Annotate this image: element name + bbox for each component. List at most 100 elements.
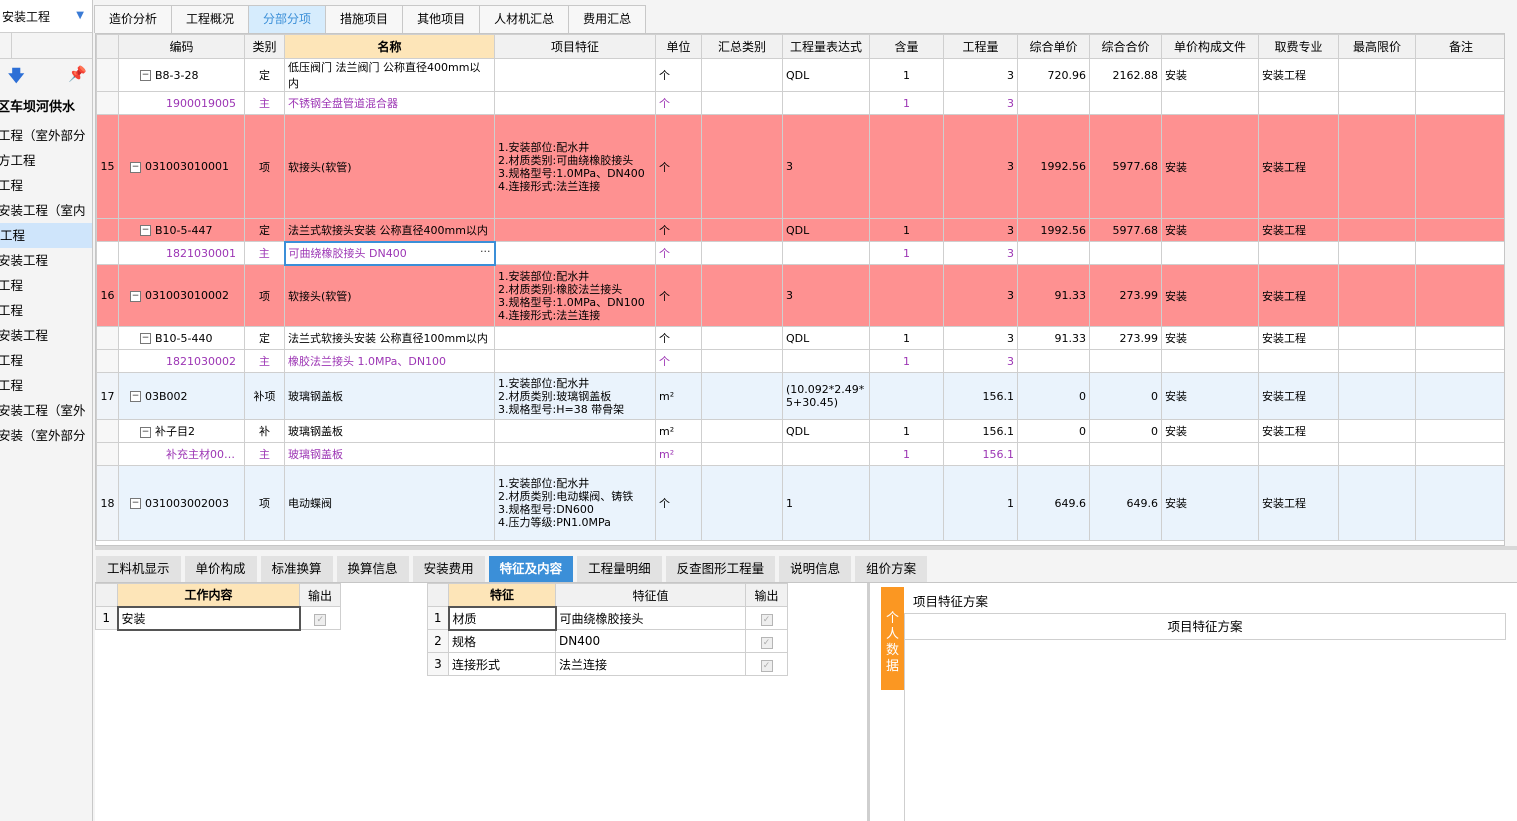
- cell-code[interactable]: 1900019005: [118, 91, 245, 115]
- cell-total[interactable]: 273.99: [1089, 326, 1162, 350]
- cell-unit[interactable]: 个: [655, 241, 702, 265]
- cell-idx[interactable]: [96, 419, 119, 443]
- cell-limit[interactable]: [1338, 58, 1416, 92]
- cell-idx[interactable]: [96, 91, 119, 115]
- cell-limit[interactable]: [1338, 114, 1416, 219]
- column-header[interactable]: 综合单价: [1017, 34, 1090, 59]
- cell-code[interactable]: −031003010002: [118, 264, 245, 327]
- cell-file[interactable]: 安装: [1161, 218, 1259, 242]
- cell-major[interactable]: 安装工程: [1258, 419, 1339, 443]
- cell-price[interactable]: 0: [1017, 372, 1090, 420]
- cell-content[interactable]: 1: [869, 91, 944, 115]
- feature-value-cell[interactable]: 法兰连接: [555, 652, 746, 676]
- output-cell[interactable]: ✓: [745, 606, 788, 630]
- project-dropdown[interactable]: 安装工程 ▼: [0, 0, 92, 33]
- tab-5[interactable]: 人材机汇总: [479, 5, 570, 33]
- feature-header[interactable]: 特征: [448, 583, 556, 607]
- cell-file[interactable]: 安装: [1161, 264, 1259, 327]
- column-header[interactable]: 最高限价: [1338, 34, 1416, 59]
- cell-kind[interactable]: 项: [244, 264, 285, 327]
- collapse-icon[interactable]: −: [140, 225, 151, 236]
- cell-qty[interactable]: 3: [943, 58, 1018, 92]
- cell-sum[interactable]: [701, 114, 783, 219]
- cell-file[interactable]: 安装: [1161, 465, 1259, 541]
- cell-idx[interactable]: [96, 349, 119, 373]
- cell-major[interactable]: 安装工程: [1258, 326, 1339, 350]
- column-header[interactable]: 汇总类别: [701, 34, 783, 59]
- bottom-tab-3[interactable]: 换算信息: [336, 556, 409, 582]
- sidebar-item[interactable]: 工程: [0, 173, 92, 198]
- cell-unit[interactable]: m²: [655, 372, 702, 420]
- cell-idx[interactable]: [96, 58, 119, 92]
- cell-idx[interactable]: [96, 326, 119, 350]
- cell-kind[interactable]: 主: [244, 442, 285, 466]
- cell-qty[interactable]: 3: [943, 264, 1018, 327]
- cell-idx[interactable]: [96, 218, 119, 242]
- cell-major[interactable]: 安装工程: [1258, 372, 1339, 420]
- cell-note[interactable]: [1415, 326, 1504, 350]
- cell-sum[interactable]: [701, 419, 783, 443]
- cell-content[interactable]: [869, 465, 944, 541]
- cell-name[interactable]: 橡胶法兰接头 1.0MPa、DN100: [284, 349, 495, 373]
- collapse-icon[interactable]: −: [130, 290, 141, 302]
- cell-feature[interactable]: 1.安装部位:配水井 2.材质类别:可曲绕橡胶接头 3.规格型号:1.0MPa、…: [494, 114, 656, 219]
- cell-content[interactable]: 1: [869, 218, 944, 242]
- cell-major[interactable]: [1258, 241, 1339, 265]
- cell-feature[interactable]: [494, 218, 656, 242]
- feature-value-cell[interactable]: 可曲绕橡胶接头: [555, 606, 746, 630]
- cell-qty[interactable]: 156.1: [943, 372, 1018, 420]
- cell-limit[interactable]: [1338, 264, 1416, 327]
- feature-header[interactable]: 输出: [745, 583, 788, 607]
- sidebar-item[interactable]: 安装工程（室内: [0, 198, 92, 223]
- cell-major[interactable]: 安装工程: [1258, 114, 1339, 219]
- cell-file[interactable]: [1161, 442, 1259, 466]
- column-header[interactable]: 编码: [118, 34, 245, 59]
- cell-feature[interactable]: 1.安装部位:配水井 2.材质类别:玻璃钢盖板 3.规格型号:H=38 带骨架: [494, 372, 656, 420]
- table-row[interactable]: − B10-5-440 定法兰式软接头安装 公称直径100mm以内个 QDL 1 3 91.…: [96, 326, 1504, 350]
- cell-note[interactable]: [1415, 58, 1504, 92]
- column-header[interactable]: 取费专业: [1258, 34, 1339, 59]
- cell-name[interactable]: 法兰式软接头安装 公称直径400mm以内: [284, 218, 495, 242]
- cell-price[interactable]: 649.6: [1017, 465, 1090, 541]
- feature-header[interactable]: 特征值: [555, 583, 746, 607]
- cell-kind[interactable]: 补项: [244, 372, 285, 420]
- collapse-icon[interactable]: −: [130, 391, 141, 402]
- cell-file[interactable]: [1161, 241, 1259, 265]
- feature-row[interactable]: 2 规格 DN400 ✓: [427, 629, 788, 653]
- collapse-icon[interactable]: −: [130, 161, 141, 173]
- cell-major[interactable]: 安装工程: [1258, 218, 1339, 242]
- sidebar-item[interactable]: 安装工程: [0, 248, 92, 273]
- cell-code[interactable]: 1821030001: [118, 241, 245, 265]
- cell-content[interactable]: [869, 264, 944, 327]
- cell-expr[interactable]: QDL: [782, 419, 870, 443]
- cell-expr[interactable]: [782, 241, 870, 265]
- cell-idx[interactable]: [96, 442, 119, 466]
- cell-file[interactable]: [1161, 91, 1259, 115]
- cell-price[interactable]: [1017, 442, 1090, 466]
- bottom-tab-9[interactable]: 组价方案: [855, 556, 928, 582]
- column-header[interactable]: 备注: [1415, 34, 1504, 59]
- move-down-icon[interactable]: 🡇: [8, 65, 24, 92]
- cell-name[interactable]: 软接头(软管): [284, 114, 495, 219]
- cell-price[interactable]: [1017, 349, 1090, 373]
- cell-note[interactable]: [1415, 372, 1504, 420]
- cell-code[interactable]: −031003010001: [118, 114, 245, 219]
- cell-expr[interactable]: 3: [782, 114, 870, 219]
- table-row[interactable]: 17−03B002 补项 玻璃钢盖板 1.安装部位:配水井 2.材质类别:玻璃钢盖板 …: [96, 372, 1504, 420]
- cell-price[interactable]: 1992.56: [1017, 218, 1090, 242]
- cell-name[interactable]: 法兰式软接头安装 公称直径100mm以内: [284, 326, 495, 350]
- table-row[interactable]: − B10-5-447 定法兰式软接头安装 公称直径400mm以内个 QDL 1 3 199…: [96, 218, 1504, 242]
- work-content-header[interactable]: [95, 583, 118, 607]
- cell-price[interactable]: [1017, 241, 1090, 265]
- column-header[interactable]: 工程量: [943, 34, 1018, 59]
- cell-code[interactable]: 1821030002: [118, 349, 245, 373]
- cell-unit[interactable]: 个: [655, 264, 702, 327]
- cell-qty[interactable]: 3: [943, 349, 1018, 373]
- cell-note[interactable]: [1415, 114, 1504, 219]
- output-checkbox[interactable]: ✓: [314, 613, 327, 626]
- cell-sum[interactable]: [701, 372, 783, 420]
- column-header[interactable]: 工程量表达式: [782, 34, 870, 59]
- cell-note[interactable]: [1415, 91, 1504, 115]
- sidebar-item[interactable]: 安装工程（室外: [0, 398, 92, 423]
- cell-qty[interactable]: 1: [943, 465, 1018, 541]
